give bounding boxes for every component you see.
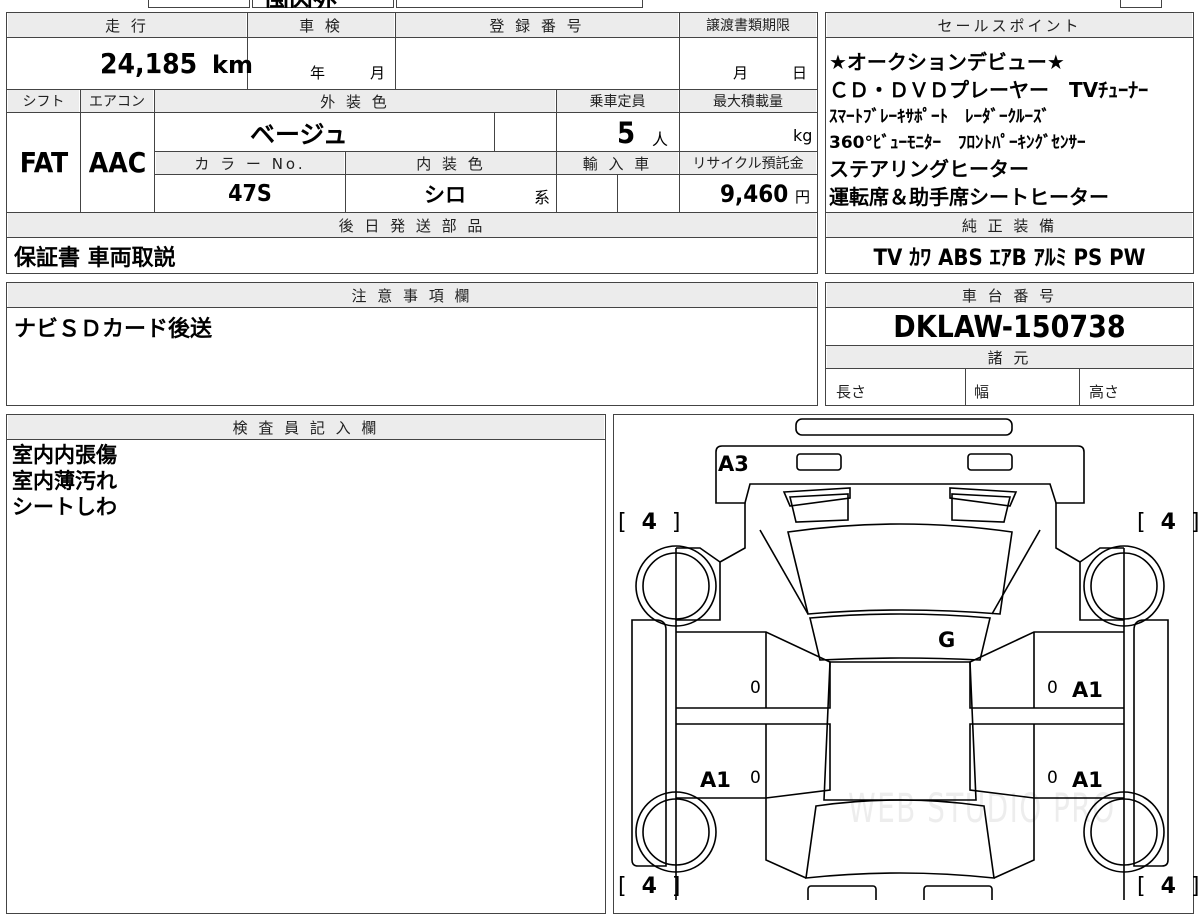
transfer-day-unit: 日	[792, 64, 808, 82]
sales-point-1: ★オークションデビュー★	[829, 50, 1065, 74]
inspector-header: 検 査 員 記 入 欄	[8, 415, 604, 439]
inspection-header: 車 検	[248, 13, 394, 37]
shift-header: シフト	[8, 90, 79, 112]
zero-left-rear: 0	[750, 678, 761, 698]
exterior-color-value: ベージュ	[250, 120, 348, 149]
shift-value: FAT	[19, 146, 69, 179]
car-diagram-box	[613, 414, 1194, 914]
sales-point-3: ｽﾏｰﾄﾌﾞﾚｰｷｻﾎﾟｰﾄ ﾚｰﾀﾞｰｸﾙｰｽﾞ	[829, 107, 1050, 127]
notes-header: 注 意 事 項 欄	[8, 283, 816, 307]
mark-right-rear-door: A1	[1072, 678, 1103, 702]
sales-point-6: 運転席＆助手席シートヒーター	[829, 185, 1109, 209]
mileage-unit: km	[212, 51, 253, 79]
later-parts-value: 保証書 車両取説	[14, 246, 176, 271]
aircon-header: エアコン	[81, 90, 153, 112]
interior-color-value: シロ	[424, 183, 466, 207]
zero-right-rear: 0	[1047, 678, 1058, 698]
capacity-header: 乗車定員	[557, 90, 678, 112]
spec-length-label: 長さ	[836, 383, 867, 401]
mark-rear: A3	[718, 452, 749, 476]
spec-height-label: 高さ	[1089, 383, 1120, 401]
watermark: WEB STUDIO PRO	[848, 786, 1116, 832]
exterior-color-header: 外 装 色	[155, 90, 555, 112]
color-no-value: 47S	[228, 181, 272, 207]
genuine-equipment-header: 純 正 装 備	[827, 213, 1192, 237]
spec-width-label: 幅	[974, 383, 990, 401]
mark-glass: G	[938, 628, 956, 652]
max-load-header: 最大積載量	[680, 90, 816, 112]
tire-depth-rear-right: [ 4 ]	[1137, 510, 1200, 535]
inspection-year-unit: 年	[310, 64, 326, 82]
import-header: 輸 入 車	[557, 152, 678, 174]
sales-points-header: セールスポイント	[827, 13, 1192, 37]
chassis-no-value: DKLAW-150738	[893, 309, 1126, 345]
inspector-notes: 室内内張傷 室内薄汚れ シートしわ	[12, 443, 117, 519]
chassis-no-header: 車 台 番 号	[827, 283, 1192, 307]
tire-depth-front-left: [ 4 ]	[618, 874, 681, 899]
registration-header: 登 録 番 号	[396, 13, 678, 37]
mileage-value: 24,185	[100, 46, 198, 80]
transfer-deadline-header: 譲渡書類期限	[680, 13, 816, 37]
sales-point-5: ステアリングヒーター	[829, 157, 1029, 181]
recycle-unit: 円	[795, 188, 811, 206]
mark-left-front-door: A1	[700, 768, 731, 792]
genuine-equipment-value: TV ｶﾜ ABS ｴｱB ｱﾙﾐ PS PW	[873, 245, 1146, 271]
transfer-month-unit: 月	[733, 64, 749, 82]
capacity-value: 5	[617, 116, 636, 150]
sales-point-2: ＣＤ・ＤＶＤプレーヤー TVﾁｭｰﾅｰ	[829, 78, 1149, 102]
max-load-unit: kg	[793, 126, 813, 145]
zero-right-front: 0	[1047, 768, 1058, 788]
specs-header: 諸 元	[827, 346, 1192, 368]
recycle-fee-value: 9,460	[720, 180, 789, 208]
inspection-month-unit: 月	[370, 64, 386, 82]
top-strip-text: 国内外	[265, 0, 337, 8]
interior-suffix: 系	[534, 188, 551, 207]
tire-depth-front-right: [ 4 ]	[1137, 874, 1200, 899]
notes-value: ナビＳＤカード後送	[14, 317, 213, 342]
tire-depth-rear-left: [ 4 ]	[618, 510, 681, 535]
recycle-header: リサイクル預託金	[680, 152, 816, 174]
top-strip: 国内外	[0, 0, 1200, 8]
later-parts-header: 後 日 発 送 部 品	[8, 213, 816, 237]
mileage-header: 走 行	[8, 13, 246, 37]
color-no-header: カ ラ ー No.	[156, 152, 344, 174]
aircon-value: AAC	[88, 146, 147, 179]
sales-point-4: 360°ﾋﾞｭｰﾓﾆﾀｰ ﾌﾛﾝﾄﾊﾟｰｷﾝｸﾞｾﾝｻｰ	[829, 133, 1086, 153]
zero-left-front: 0	[750, 768, 761, 788]
interior-color-header: 内 装 色	[346, 152, 556, 174]
capacity-unit: 人	[652, 130, 669, 149]
